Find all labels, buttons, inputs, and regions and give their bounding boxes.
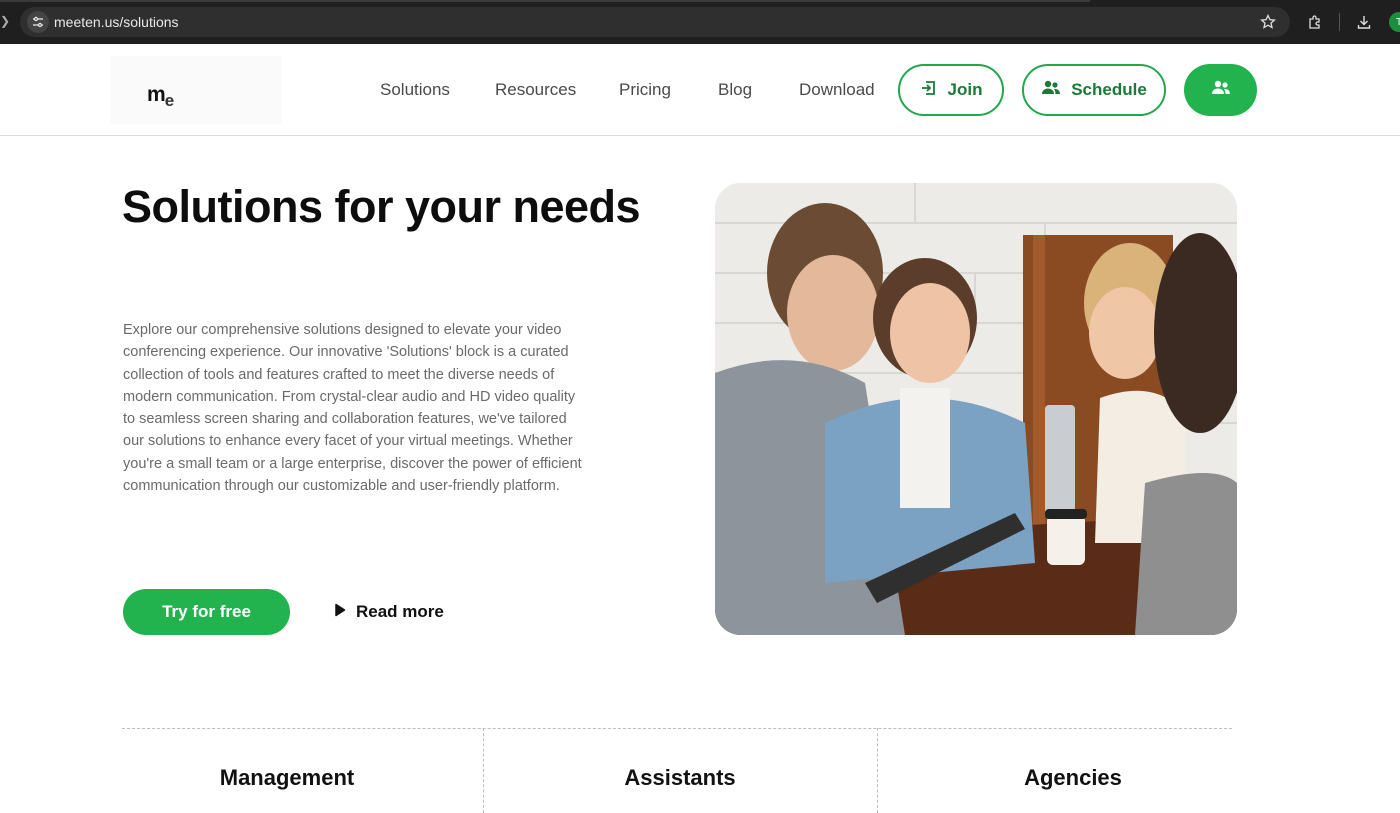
category-separator	[483, 728, 484, 813]
back-edge-icon: ❯	[0, 14, 11, 28]
bookmark-star-icon[interactable]	[1257, 11, 1279, 33]
logo-text: me	[147, 83, 175, 110]
read-more-label: Read more	[356, 602, 444, 621]
nav-pricing[interactable]: Pricing	[619, 80, 671, 100]
users-icon	[1041, 79, 1061, 102]
users-icon	[1211, 79, 1231, 102]
site-info-icon[interactable]	[27, 11, 49, 33]
nav-solutions[interactable]: Solutions	[380, 80, 450, 100]
join-button[interactable]: Join	[898, 64, 1004, 116]
url-text[interactable]: meeten.us/solutions	[54, 14, 179, 30]
nav-download[interactable]: Download	[799, 80, 875, 100]
address-bar[interactable]	[20, 7, 1290, 37]
category-divider	[122, 728, 1232, 729]
play-icon	[334, 602, 346, 622]
category-assistants[interactable]: Assistants	[515, 765, 845, 791]
page-title: Solutions for your needs	[122, 181, 641, 232]
toolbar-divider	[1339, 13, 1340, 31]
logo-sub: e	[164, 91, 175, 110]
account-button[interactable]	[1184, 64, 1257, 116]
category-separator	[877, 728, 878, 813]
join-icon	[920, 79, 938, 102]
try-for-free-button[interactable]: Try for free	[123, 589, 290, 635]
category-agencies[interactable]: Agencies	[908, 765, 1238, 791]
category-management[interactable]: Management	[122, 765, 452, 791]
profile-avatar[interactable]: T	[1389, 12, 1400, 32]
download-icon[interactable]	[1353, 11, 1375, 33]
logo[interactable]: me	[110, 56, 282, 124]
hero-photo	[715, 183, 1237, 635]
hero-description: Explore our comprehensive solutions desi…	[123, 322, 582, 495]
tab-strip-edge	[0, 0, 1090, 2]
join-label: Join	[947, 80, 983, 99]
site-header: me Solutions Resources Pricing Blog Down…	[0, 44, 1400, 136]
schedule-label: Schedule	[1071, 80, 1147, 99]
nav-resources[interactable]: Resources	[495, 80, 576, 100]
read-more-link[interactable]: Read more	[334, 602, 444, 622]
browser-toolbar: ❯ meeten.us/solutions T	[0, 0, 1400, 44]
nav-blog[interactable]: Blog	[718, 80, 752, 100]
logo-main: m	[147, 83, 166, 106]
schedule-button[interactable]: Schedule	[1022, 64, 1166, 116]
extensions-icon[interactable]	[1304, 11, 1326, 33]
